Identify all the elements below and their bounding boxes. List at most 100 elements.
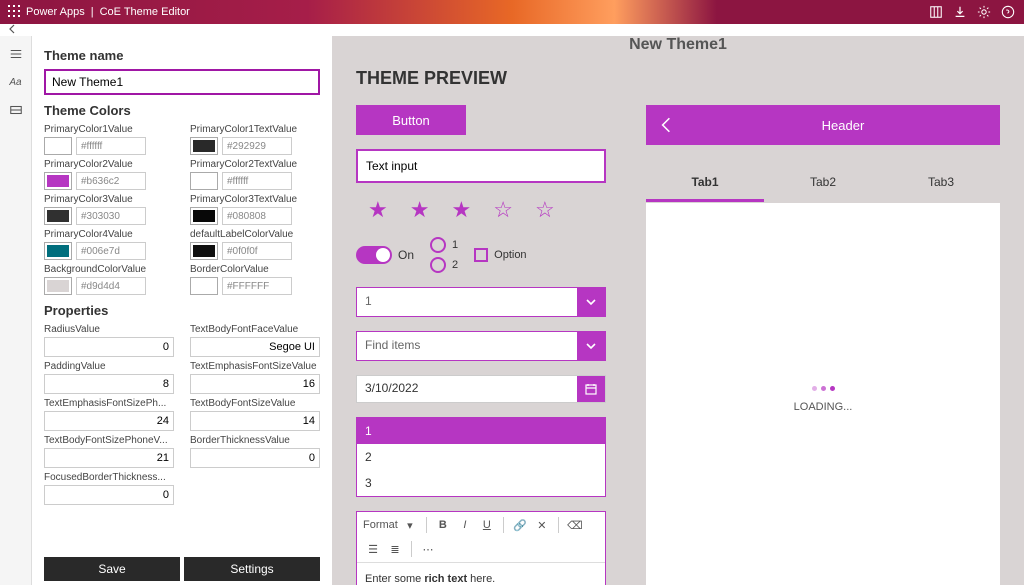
hex-input[interactable] [76,172,146,190]
link-icon[interactable]: 🔗 [510,516,530,534]
prop-label: RadiusValue [44,324,174,335]
color-swatch[interactable] [44,242,72,260]
color-swatch[interactable] [190,137,218,155]
prop-input[interactable] [190,337,320,357]
tab[interactable]: Tab2 [764,165,882,202]
preview-dropdown[interactable]: 1 [356,287,606,317]
rail-text-icon[interactable]: Aa [6,72,26,92]
tool-name: CoE Theme Editor [100,6,190,18]
theme-name-input[interactable] [44,69,320,95]
star-filled-icon[interactable]: ★ [368,197,388,223]
preview-checkbox[interactable] [474,248,488,262]
preview-area: New Theme1 THEME PREVIEW Button ★ ★ ★ ☆ … [332,36,1024,585]
preview-heading: THEME PREVIEW [356,68,1000,89]
preview-listbox[interactable]: 123 [356,417,606,497]
tab[interactable]: Tab1 [646,165,764,202]
list-item[interactable]: 2 [357,444,605,470]
star-filled-icon[interactable]: ★ [410,197,430,223]
color-label: PrimaryColor3Value [44,194,174,205]
hex-input[interactable] [222,207,292,225]
calendar-icon[interactable] [577,376,605,402]
hex-input[interactable] [222,137,292,155]
rail-tree-icon[interactable] [6,44,26,64]
download-icon[interactable] [952,4,968,20]
prop-input[interactable] [190,448,320,468]
tab[interactable]: Tab3 [882,165,1000,202]
preview-radio-2[interactable] [430,257,446,273]
bold-icon[interactable]: B [433,516,453,534]
prop-label: FocusedBorderThickness... [44,472,174,483]
chevron-down-icon[interactable] [577,288,605,316]
list-item[interactable]: 3 [357,470,605,496]
fit-icon[interactable] [928,4,944,20]
color-swatch[interactable] [44,172,72,190]
color-label: BorderColorValue [190,264,320,275]
hex-input[interactable] [76,242,146,260]
hex-input[interactable] [76,277,146,295]
prop-input[interactable] [44,337,174,357]
rte-format[interactable]: Format [363,519,398,531]
more-icon[interactable]: ⋯ [418,540,438,558]
preview-header-bar: Header [646,105,1000,145]
rte-body[interactable]: Enter some rich text here. [357,563,605,585]
settings-button[interactable]: Settings [184,557,320,581]
hex-input[interactable] [222,277,292,295]
preview-toggle[interactable] [356,246,392,264]
color-swatch[interactable] [44,137,72,155]
preview-rating[interactable]: ★ ★ ★ ☆ ☆ [356,197,606,223]
toggle-label: On [398,248,414,262]
list-item[interactable]: 1 [357,418,605,444]
color-swatch[interactable] [190,207,218,225]
rail-theme-icon[interactable] [6,100,26,120]
theme-colors-label: Theme Colors [44,103,320,118]
italic-icon[interactable]: I [455,516,475,534]
color-swatch[interactable] [44,207,72,225]
preview-titlebar: New Theme1 [356,36,1000,50]
prop-input[interactable] [190,374,320,394]
preview-radio-1[interactable] [430,237,446,253]
clear-icon[interactable]: ⌫ [565,516,585,534]
star-empty-icon[interactable]: ☆ [535,197,555,223]
chevron-down-icon[interactable] [577,332,605,360]
prop-label: BorderThicknessValue [190,435,320,446]
waffle-icon[interactable] [8,5,20,20]
prop-input[interactable] [44,448,174,468]
color-swatch[interactable] [44,277,72,295]
checkbox-label: Option [494,249,526,261]
hex-input[interactable] [222,172,292,190]
back-icon[interactable] [646,116,686,134]
hex-input[interactable] [76,137,146,155]
color-label: BackgroundColorValue [44,264,174,275]
preview-richtext[interactable]: Format ▾ B I U 🔗 ✕ ⌫ ☰ ≣ [356,511,606,585]
color-swatch[interactable] [190,242,218,260]
preview-button[interactable]: Button [356,105,466,135]
back-icon[interactable] [8,23,18,37]
help-icon[interactable] [1000,4,1016,20]
prop-label: TextBodyFontFaceValue [190,324,320,335]
prop-input[interactable] [44,411,174,431]
gear-icon[interactable] [976,4,992,20]
preview-tabs: Tab1Tab2Tab3 [646,165,1000,203]
prop-input[interactable] [44,374,174,394]
subheader [0,24,1024,36]
star-filled-icon[interactable]: ★ [451,197,471,223]
preview-text-input[interactable] [356,149,606,183]
hex-input[interactable] [76,207,146,225]
prop-label: TextBodyFontSizeValue [190,398,320,409]
prop-input[interactable] [190,411,320,431]
color-label: PrimaryColor1TextValue [190,124,320,135]
star-empty-icon[interactable]: ☆ [493,197,513,223]
unlink-icon[interactable]: ✕ [532,516,552,534]
preview-datepicker[interactable]: 3/10/2022 [356,375,606,403]
color-swatch[interactable] [190,172,218,190]
list-number-icon[interactable]: ≣ [385,540,405,558]
prop-input[interactable] [44,485,174,505]
underline-icon[interactable]: U [477,516,497,534]
list-bullet-icon[interactable]: ☰ [363,540,383,558]
color-swatch[interactable] [190,277,218,295]
save-button[interactable]: Save [44,557,180,581]
color-label: PrimaryColor1Value [44,124,174,135]
chevron-down-icon[interactable]: ▾ [400,516,420,534]
preview-combobox[interactable]: Find items [356,331,606,361]
hex-input[interactable] [222,242,292,260]
